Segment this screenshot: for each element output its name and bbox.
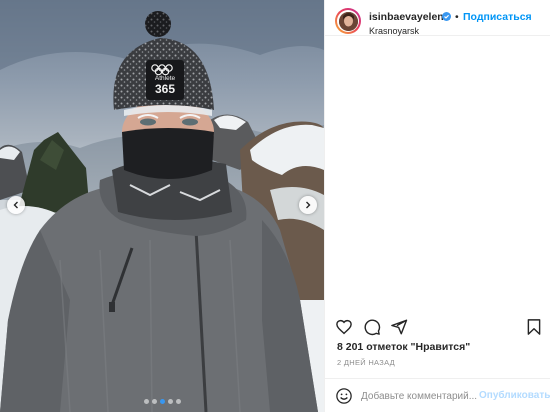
photo-illustration	[0, 0, 324, 412]
publish-button[interactable]: Опубликовать	[479, 390, 550, 401]
comment-icon[interactable]	[363, 318, 381, 336]
carousel-dot	[159, 399, 165, 404]
carousel-next-button[interactable]	[299, 196, 317, 214]
bookmark-icon[interactable]	[525, 318, 543, 336]
paper-plane-icon[interactable]	[390, 318, 408, 336]
post-side-panel: isinbaevayelena • Подписаться Krasnoyars…	[324, 0, 550, 412]
verified-badge-icon	[442, 12, 451, 21]
chevron-right-icon	[306, 201, 311, 209]
post-header: isinbaevayelena • Подписаться Krasnoyars…	[325, 0, 550, 36]
avatar[interactable]	[335, 8, 361, 34]
carousel-prev-button[interactable]	[7, 196, 25, 214]
hat-text-bottom: 365	[154, 82, 176, 96]
likes-count[interactable]: 8 201 отметок "Нравится"	[337, 341, 470, 353]
avatar-photo	[338, 11, 358, 31]
username-link[interactable]: isinbaevayelena	[369, 11, 450, 23]
carousel-dot	[143, 399, 149, 404]
location-link[interactable]: Krasnoyarsk	[369, 26, 419, 36]
post-actions	[325, 318, 550, 336]
post-photo[interactable]: Athlete 365	[0, 0, 324, 412]
comment-form: Опубликовать	[325, 378, 550, 412]
smiley-icon[interactable]	[335, 387, 353, 405]
header-separator: •	[455, 11, 459, 23]
chevron-left-icon	[13, 201, 18, 209]
carousel-dot	[151, 399, 157, 404]
post-timestamp[interactable]: 2 ДНЕЙ НАЗАД	[337, 358, 395, 367]
carousel-dot	[175, 399, 181, 404]
carousel-dot	[167, 399, 173, 404]
comment-input[interactable]	[361, 387, 477, 405]
follow-button[interactable]: Подписаться	[463, 11, 532, 23]
carousel-indicator	[0, 399, 324, 404]
hat-text-top: Athlete	[154, 75, 176, 82]
heart-icon[interactable]	[335, 318, 353, 336]
